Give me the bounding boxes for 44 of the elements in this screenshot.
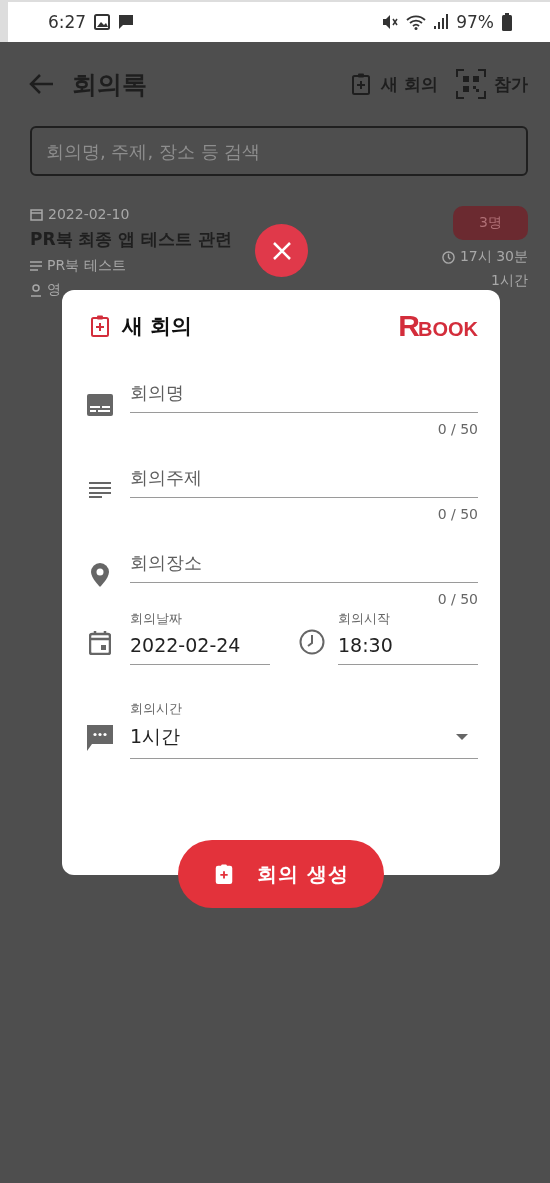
subtitles-icon: [87, 393, 113, 416]
input-field[interactable]: 회의주제: [130, 457, 478, 498]
meeting-place: 영: [47, 281, 61, 299]
meeting-start: 17시 30분: [459, 248, 528, 266]
char-counter: 0 / 50: [437, 506, 478, 522]
chat-dots-icon: [87, 725, 113, 751]
clipboard-plus-icon: [88, 313, 112, 339]
location-pin-icon: [91, 562, 109, 587]
calendar-icon: [30, 207, 43, 221]
clock-icon: [441, 250, 455, 264]
date-field[interactable]: 회의날짜 2022-02-24: [130, 609, 270, 665]
text-lines-icon: [89, 481, 111, 498]
dialog-title: 새 회의: [122, 313, 194, 340]
meeting-date: 2022-02-10: [48, 206, 130, 222]
text-lines-icon: [30, 261, 42, 271]
close-icon: [271, 240, 292, 261]
signal-icon: [434, 14, 449, 30]
battery-icon: [502, 13, 512, 31]
wifi-icon: [406, 14, 427, 30]
dropdown-caret-icon: [456, 734, 468, 740]
input-field[interactable]: 회의명: [130, 372, 478, 413]
search-field[interactable]: 회의명, 주제, 장소 등 검색: [30, 126, 528, 176]
person-icon: [30, 283, 42, 297]
battery-percent: 97%: [456, 12, 494, 32]
meeting-duration: 1시간: [491, 272, 528, 290]
logo-text: BOOK: [418, 318, 478, 340]
time-field[interactable]: 회의시작 18:30: [338, 609, 478, 665]
char-counter: 0 / 50: [437, 421, 478, 437]
duration-select[interactable]: 회의시간 1시간: [130, 699, 478, 759]
chat-bubble-icon: [118, 14, 135, 30]
clock-icon: [299, 629, 325, 655]
mute-icon: [382, 14, 399, 30]
clipboard-plus-icon: [213, 861, 235, 887]
qr-code-icon: [456, 69, 486, 99]
input-field[interactable]: 회의장소: [130, 542, 478, 583]
logo-mark: R: [398, 312, 418, 340]
create-meeting-button[interactable]: 회의 생성: [178, 840, 384, 908]
attendee-count: 3명: [453, 206, 528, 240]
close-button[interactable]: [255, 224, 308, 277]
image-icon: [94, 14, 111, 30]
meeting-topic: PR북 테스트: [47, 257, 126, 275]
calendar-icon: [89, 631, 111, 655]
status-time: 6:27: [48, 12, 87, 32]
char-counter: 0 / 50: [437, 591, 478, 607]
